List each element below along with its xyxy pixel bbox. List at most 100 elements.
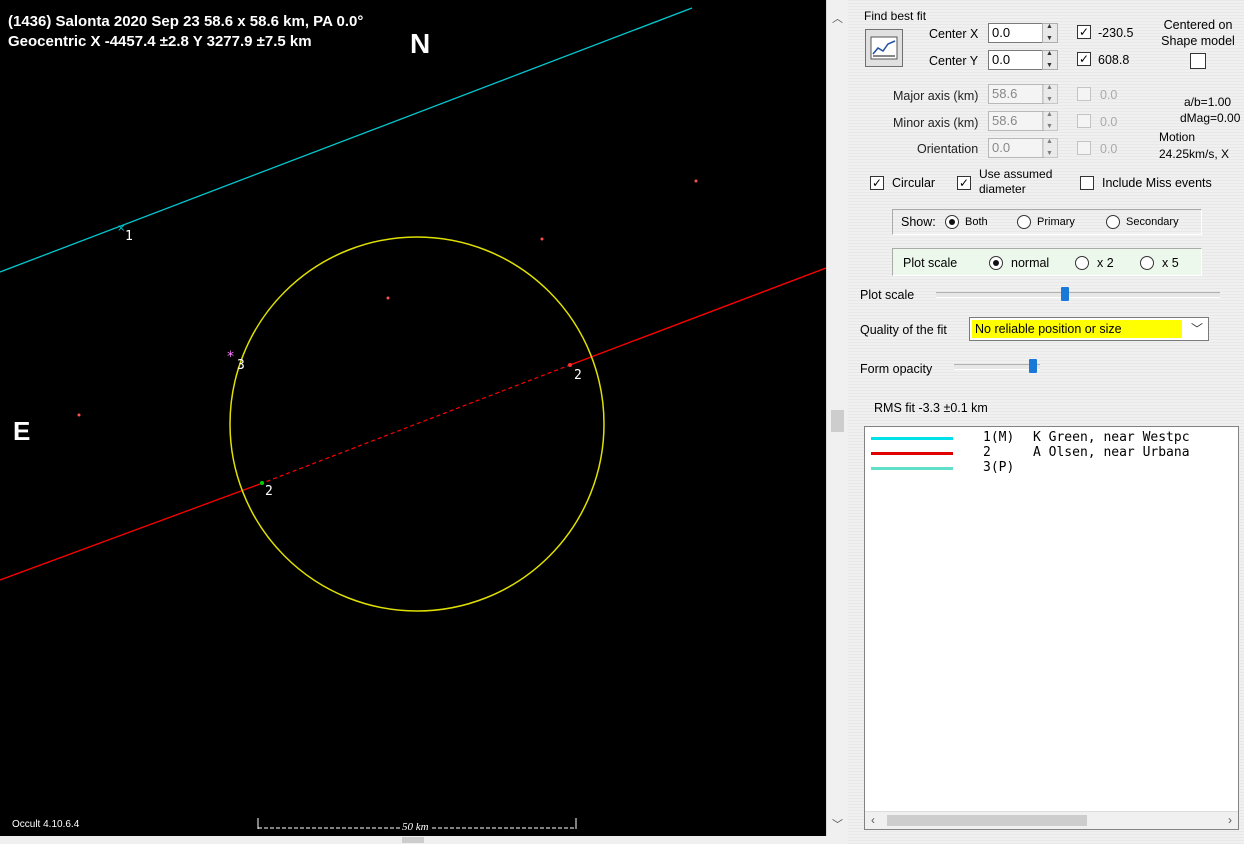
- plot-scale-slider-thumb[interactable]: [1061, 287, 1069, 301]
- north-label: N: [410, 28, 431, 59]
- center-x-input[interactable]: 0.0: [988, 23, 1044, 43]
- plot-dot: [386, 296, 390, 300]
- center-x-fixed-value: -230.5: [1098, 26, 1134, 40]
- chord-2-line-left: [0, 483, 261, 581]
- observer-row[interactable]: 3(P): [865, 460, 1238, 475]
- scale-x5-label: x 5: [1162, 256, 1179, 270]
- orientation-spinner[interactable]: [1042, 138, 1058, 158]
- major-axis-label: Major axis (km): [893, 89, 979, 103]
- scale-x2-radio[interactable]: [1075, 256, 1089, 270]
- show-both-label: Both: [965, 216, 988, 228]
- scroll-up-icon[interactable]: ︿: [832, 10, 843, 26]
- quality-value: No reliable position or size: [972, 320, 1182, 338]
- plot-dot: [77, 413, 81, 417]
- show-secondary-label: Secondary: [1126, 216, 1179, 228]
- use-assumed-diameter-label: Use assumed diameter: [979, 167, 1053, 196]
- observer-color-line: [871, 437, 953, 440]
- scroll-left-icon[interactable]: ‹: [871, 813, 875, 827]
- major-axis-fixed-value: 0.0: [1100, 88, 1118, 102]
- chord-2-line-right: [569, 267, 826, 366]
- include-miss-label: Include Miss events: [1102, 176, 1212, 190]
- observer-list[interactable]: 1(M) K Green, near Westpc 2 A Olsen, nea…: [864, 426, 1239, 830]
- ab-ratio: a/b=1.00: [1184, 95, 1232, 109]
- scroll-right-icon[interactable]: ›: [1228, 813, 1232, 827]
- show-both-radio[interactable]: [945, 215, 959, 229]
- occultation-plot[interactable]: × * (1436) Salonta 2020 Sep 23 58.6 x 58…: [0, 0, 826, 836]
- form-opacity-slider-thumb[interactable]: [1029, 359, 1037, 373]
- center-y-spinner[interactable]: [1042, 50, 1058, 70]
- chord-2-point-d: [260, 481, 264, 485]
- plot-scale-group: Plot scale normal x 2 x 5: [892, 248, 1202, 276]
- observer-num: 1(M): [983, 430, 1015, 445]
- form-opacity-slider-track[interactable]: [954, 364, 1040, 370]
- form-opacity-label: Form opacity: [860, 362, 933, 376]
- major-axis-fixed-checkbox[interactable]: [1077, 87, 1091, 101]
- chord-3-label: 3: [237, 358, 245, 373]
- observer-row[interactable]: 2 A Olsen, near Urbana: [865, 445, 1238, 460]
- show-primary-label: Primary: [1037, 216, 1075, 228]
- centered-on-shape-label: Centered on Shape model: [1161, 18, 1235, 48]
- plot-svg: × *: [0, 7, 826, 829]
- show-primary-radio[interactable]: [1017, 215, 1031, 229]
- center-y-input[interactable]: 0.0: [988, 50, 1044, 70]
- chevron-down-icon[interactable]: ﹀: [1191, 320, 1203, 337]
- find-best-fit-button[interactable]: [865, 29, 903, 67]
- scale-x5-radio[interactable]: [1140, 256, 1154, 270]
- motion-value: 24.25km/s, X: [1159, 147, 1230, 161]
- minor-axis-fixed-value: 0.0: [1100, 115, 1118, 129]
- east-label: E: [13, 416, 31, 446]
- center-x-fixed-checkbox[interactable]: ✓: [1077, 25, 1091, 39]
- center-x-label: Center X: [929, 27, 979, 41]
- plot-vertical-scrollbar[interactable]: ︿ ﹀: [826, 0, 849, 836]
- center-x-spinner[interactable]: [1042, 23, 1058, 43]
- center-y-fixed-checkbox[interactable]: ✓: [1077, 52, 1091, 66]
- centered-on-shape-checkbox[interactable]: [1190, 53, 1206, 69]
- scroll-down-icon[interactable]: ﹀: [832, 816, 843, 832]
- scroll-thumb[interactable]: [831, 410, 844, 432]
- scale-normal-radio[interactable]: [989, 256, 1003, 270]
- hscroll-thumb[interactable]: [402, 837, 424, 843]
- minor-axis-spinner[interactable]: [1042, 111, 1058, 131]
- chord-2-point-r: [568, 363, 572, 367]
- plot-dot: [540, 237, 544, 241]
- chord-1-label: 1: [125, 229, 133, 244]
- center-y-fixed-value: 608.8: [1098, 53, 1130, 67]
- circular-checkbox[interactable]: ✓: [870, 176, 884, 190]
- center-y-label: Center Y: [929, 54, 979, 68]
- plot-scale-slider-track[interactable]: [936, 292, 1220, 298]
- plot-dot: [694, 179, 698, 183]
- orientation-fixed-value: 0.0: [1100, 142, 1118, 156]
- observer-name: K Green, near Westpc: [1033, 430, 1190, 445]
- observer-num: 2: [983, 445, 991, 460]
- chord-3-marker: *: [227, 349, 234, 365]
- hscroll-list-thumb[interactable]: [887, 815, 1087, 826]
- quality-select[interactable]: No reliable position or size ﹀: [969, 317, 1209, 341]
- show-secondary-radio[interactable]: [1106, 215, 1120, 229]
- orientation-fixed-checkbox[interactable]: [1077, 141, 1091, 155]
- minor-axis-fixed-checkbox[interactable]: [1077, 114, 1091, 128]
- orientation-input[interactable]: 0.0: [988, 138, 1044, 158]
- major-axis-input[interactable]: 58.6: [988, 84, 1044, 104]
- observer-row[interactable]: 1(M) K Green, near Westpc: [865, 430, 1238, 445]
- plot-title-line1: (1436) Salonta 2020 Sep 23 58.6 x 58.6 k…: [8, 13, 364, 30]
- use-assumed-diameter-checkbox[interactable]: ✓: [957, 176, 971, 190]
- motion-label: Motion: [1159, 130, 1196, 144]
- plot-horizontal-scrollbar[interactable]: [0, 836, 848, 844]
- observer-name: A Olsen, near Urbana: [1033, 445, 1190, 460]
- scale-normal-label: normal: [1011, 256, 1050, 270]
- major-axis-spinner[interactable]: [1042, 84, 1058, 104]
- observer-list-hscrollbar[interactable]: ‹ ›: [865, 811, 1238, 829]
- minor-axis-label: Minor axis (km): [893, 116, 979, 130]
- minor-axis-input[interactable]: 58.6: [988, 111, 1044, 131]
- chord-2-label-left: 2: [265, 484, 273, 499]
- chord-2-line-inner: [259, 364, 571, 485]
- observer-color-line: [871, 452, 953, 455]
- quality-label: Quality of the fit: [860, 323, 947, 337]
- include-miss-checkbox[interactable]: [1080, 176, 1094, 190]
- plot-scale-label: Plot scale: [903, 256, 958, 270]
- circular-label: Circular: [892, 176, 936, 190]
- scale-bar-label: 50 km: [400, 821, 431, 833]
- show-group: Show: Both Primary Secondary: [892, 209, 1202, 235]
- dmag: dMag=0.00: [1180, 111, 1241, 125]
- rms-fit: RMS fit -3.3 ±0.1 km: [874, 401, 988, 415]
